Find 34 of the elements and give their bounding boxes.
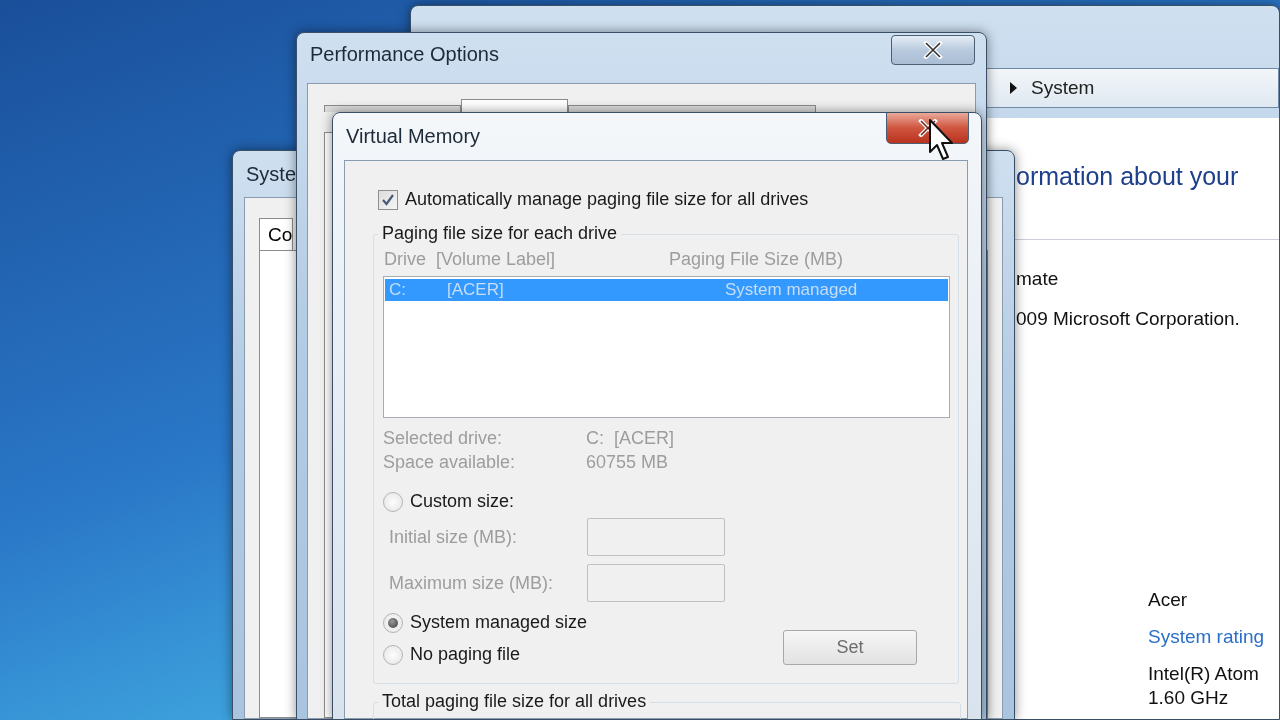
tab[interactable] [324,105,461,112]
checkbox[interactable] [378,189,398,210]
info-text: Acer [1148,588,1189,612]
info-value: 60755 MB [586,452,670,473]
checkbox-label[interactable]: Automatically manage paging file size for all drives [405,189,809,210]
column-header: Paging File Size (MB) [669,249,845,270]
info-text: Intel(R) Atom [1148,662,1260,686]
info-text: mate [1016,268,1060,290]
mouse-pointer-icon [928,118,956,162]
window-title: Virtual Memory [346,125,481,148]
group-title: Total paging file size for all drives [378,691,651,712]
breadcrumb-arrow-icon[interactable] [1010,82,1017,94]
rating-link[interactable]: System rating [1148,625,1279,649]
tab[interactable]: Co [259,218,294,250]
info-text: 1.60 GHz [1148,686,1230,710]
field-label: Maximum size (MB): [389,572,554,594]
window-title: Syste [246,163,297,186]
page-heading: ormation about your [1016,162,1240,191]
info-value: C: [ACER] [586,428,675,449]
close-icon [917,119,938,137]
breadcrumb-item[interactable]: System [1031,77,1095,99]
info-label: Selected drive: [383,428,504,449]
column-header: Drive [Volume Label] [384,249,557,270]
window-title: Performance Options [310,43,499,66]
tab[interactable] [568,105,816,112]
tab[interactable] [461,99,568,112]
input-field[interactable] [587,564,725,602]
close-button[interactable] [891,35,975,65]
input-field[interactable] [587,518,725,556]
close-icon [923,41,943,59]
field-label: Initial size (MB): [389,526,519,548]
group-title: Paging file size for each drive [378,223,622,244]
info-text: 009 Microsoft Corporation. [1016,308,1241,330]
info-label: Space available: [383,452,517,473]
